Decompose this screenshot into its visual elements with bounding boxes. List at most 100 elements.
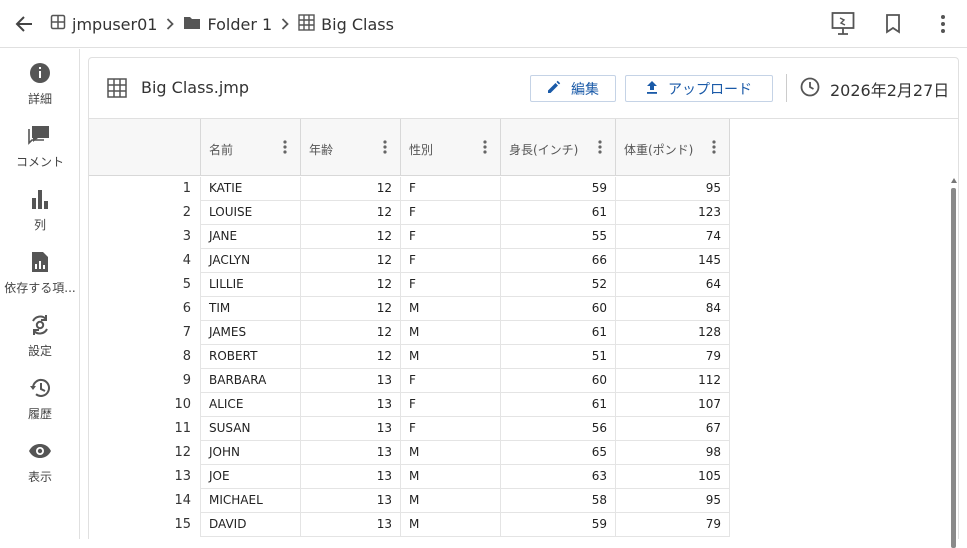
table-row[interactable]: 15 DAVID 13 M 59 79 — [89, 513, 730, 537]
cell-name[interactable]: JANE — [201, 225, 301, 249]
cell-height[interactable]: 60 — [501, 297, 616, 321]
cell-age[interactable]: 12 — [301, 297, 401, 321]
sidebar-item-view[interactable]: 表示 — [0, 439, 80, 489]
cell-name[interactable]: SUSAN — [201, 417, 301, 441]
table-row[interactable]: 2 LOUISE 12 F 61 123 — [89, 201, 730, 225]
cell-name[interactable]: ALICE — [201, 393, 301, 417]
cell-weight[interactable]: 95 — [616, 489, 730, 513]
cell-sex[interactable]: M — [401, 297, 501, 321]
table-row[interactable]: 7 JAMES 12 M 61 128 — [89, 321, 730, 345]
cell-age[interactable]: 12 — [301, 201, 401, 225]
cell-age[interactable]: 13 — [301, 369, 401, 393]
cell-name[interactable]: JACLYN — [201, 249, 301, 273]
vertical-scrollbar[interactable] — [950, 178, 957, 548]
cell-name[interactable]: JOHN — [201, 441, 301, 465]
edit-button[interactable]: 編集 — [530, 75, 616, 102]
scroll-up-arrow-icon[interactable] — [951, 178, 957, 183]
column-header[interactable]: 年齢 — [301, 119, 401, 176]
cell-weight[interactable]: 123 — [616, 201, 730, 225]
sidebar-item-settings[interactable]: 設定 — [0, 313, 80, 363]
cell-sex[interactable]: F — [401, 369, 501, 393]
sidebar-item-details[interactable]: 詳細 — [0, 61, 80, 111]
cell-weight[interactable]: 128 — [616, 321, 730, 345]
cell-sex[interactable]: M — [401, 345, 501, 369]
presentation-icon[interactable] — [831, 10, 855, 38]
cell-age[interactable]: 13 — [301, 489, 401, 513]
cell-age[interactable]: 12 — [301, 273, 401, 297]
cell-height[interactable]: 65 — [501, 441, 616, 465]
column-header[interactable]: 名前 — [201, 119, 301, 176]
cell-height[interactable]: 59 — [501, 177, 616, 201]
cell-sex[interactable]: F — [401, 225, 501, 249]
cell-sex[interactable]: F — [401, 177, 501, 201]
breadcrumb-folder[interactable]: Folder 1 — [183, 14, 272, 34]
cell-sex[interactable]: F — [401, 273, 501, 297]
cell-weight[interactable]: 112 — [616, 369, 730, 393]
cell-height[interactable]: 61 — [501, 393, 616, 417]
cell-weight[interactable]: 64 — [616, 273, 730, 297]
cell-weight[interactable]: 79 — [616, 345, 730, 369]
cell-height[interactable]: 51 — [501, 345, 616, 369]
cell-height[interactable]: 56 — [501, 417, 616, 441]
cell-age[interactable]: 12 — [301, 345, 401, 369]
table-row[interactable]: 10 ALICE 13 F 61 107 — [89, 393, 730, 417]
cell-age[interactable]: 13 — [301, 513, 401, 537]
cell-age[interactable]: 13 — [301, 441, 401, 465]
cell-sex[interactable]: F — [401, 249, 501, 273]
cell-age[interactable]: 13 — [301, 417, 401, 441]
cell-weight[interactable]: 95 — [616, 177, 730, 201]
cell-sex[interactable]: F — [401, 393, 501, 417]
cell-name[interactable]: LILLIE — [201, 273, 301, 297]
cell-name[interactable]: BARBARA — [201, 369, 301, 393]
cell-sex[interactable]: M — [401, 489, 501, 513]
cell-sex[interactable]: F — [401, 417, 501, 441]
cell-sex[interactable]: M — [401, 321, 501, 345]
cell-age[interactable]: 12 — [301, 249, 401, 273]
cell-age[interactable]: 13 — [301, 393, 401, 417]
upload-button[interactable]: アップロード — [625, 75, 773, 102]
table-row[interactable]: 13 JOE 13 M 63 105 — [89, 465, 730, 489]
cell-name[interactable]: MICHAEL — [201, 489, 301, 513]
cell-height[interactable]: 66 — [501, 249, 616, 273]
cell-height[interactable]: 61 — [501, 201, 616, 225]
column-header[interactable]: 身長(インチ) — [501, 119, 616, 176]
table-row[interactable]: 3 JANE 12 F 55 74 — [89, 225, 730, 249]
cell-age[interactable]: 12 — [301, 225, 401, 249]
more-vert-icon[interactable] — [711, 139, 717, 155]
cell-height[interactable]: 55 — [501, 225, 616, 249]
cell-height[interactable]: 52 — [501, 273, 616, 297]
table-row[interactable]: 8 ROBERT 12 M 51 79 — [89, 345, 730, 369]
cell-name[interactable]: LOUISE — [201, 201, 301, 225]
cell-weight[interactable]: 105 — [616, 465, 730, 489]
sidebar-item-columns[interactable]: 列 — [0, 187, 80, 237]
scrollbar-thumb[interactable] — [951, 188, 956, 548]
cell-sex[interactable]: M — [401, 465, 501, 489]
cell-weight[interactable]: 98 — [616, 441, 730, 465]
cell-sex[interactable]: M — [401, 513, 501, 537]
table-row[interactable]: 5 LILLIE 12 F 52 64 — [89, 273, 730, 297]
cell-name[interactable]: JAMES — [201, 321, 301, 345]
cell-sex[interactable]: F — [401, 201, 501, 225]
cell-age[interactable]: 13 — [301, 465, 401, 489]
more-vert-icon[interactable] — [382, 139, 388, 155]
sidebar-item-history[interactable]: 履歴 — [0, 376, 80, 426]
table-row[interactable]: 12 JOHN 13 M 65 98 — [89, 441, 730, 465]
more-vert-icon[interactable] — [482, 139, 488, 155]
cell-height[interactable]: 58 — [501, 489, 616, 513]
cell-height[interactable]: 60 — [501, 369, 616, 393]
cell-name[interactable]: JOE — [201, 465, 301, 489]
table-row[interactable]: 1 KATIE 12 F 59 95 — [89, 177, 730, 201]
sidebar-item-comments[interactable]: コメント — [0, 124, 80, 174]
cell-name[interactable]: KATIE — [201, 177, 301, 201]
table-row[interactable]: 14 MICHAEL 13 M 58 95 — [89, 489, 730, 513]
cell-height[interactable]: 59 — [501, 513, 616, 537]
cell-weight[interactable]: 145 — [616, 249, 730, 273]
cell-weight[interactable]: 67 — [616, 417, 730, 441]
cell-age[interactable]: 12 — [301, 177, 401, 201]
cell-weight[interactable]: 79 — [616, 513, 730, 537]
column-header[interactable]: 性別 — [401, 119, 501, 176]
more-vert-icon[interactable] — [931, 10, 955, 38]
table-row[interactable]: 6 TIM 12 M 60 84 — [89, 297, 730, 321]
cell-height[interactable]: 63 — [501, 465, 616, 489]
cell-weight[interactable]: 74 — [616, 225, 730, 249]
